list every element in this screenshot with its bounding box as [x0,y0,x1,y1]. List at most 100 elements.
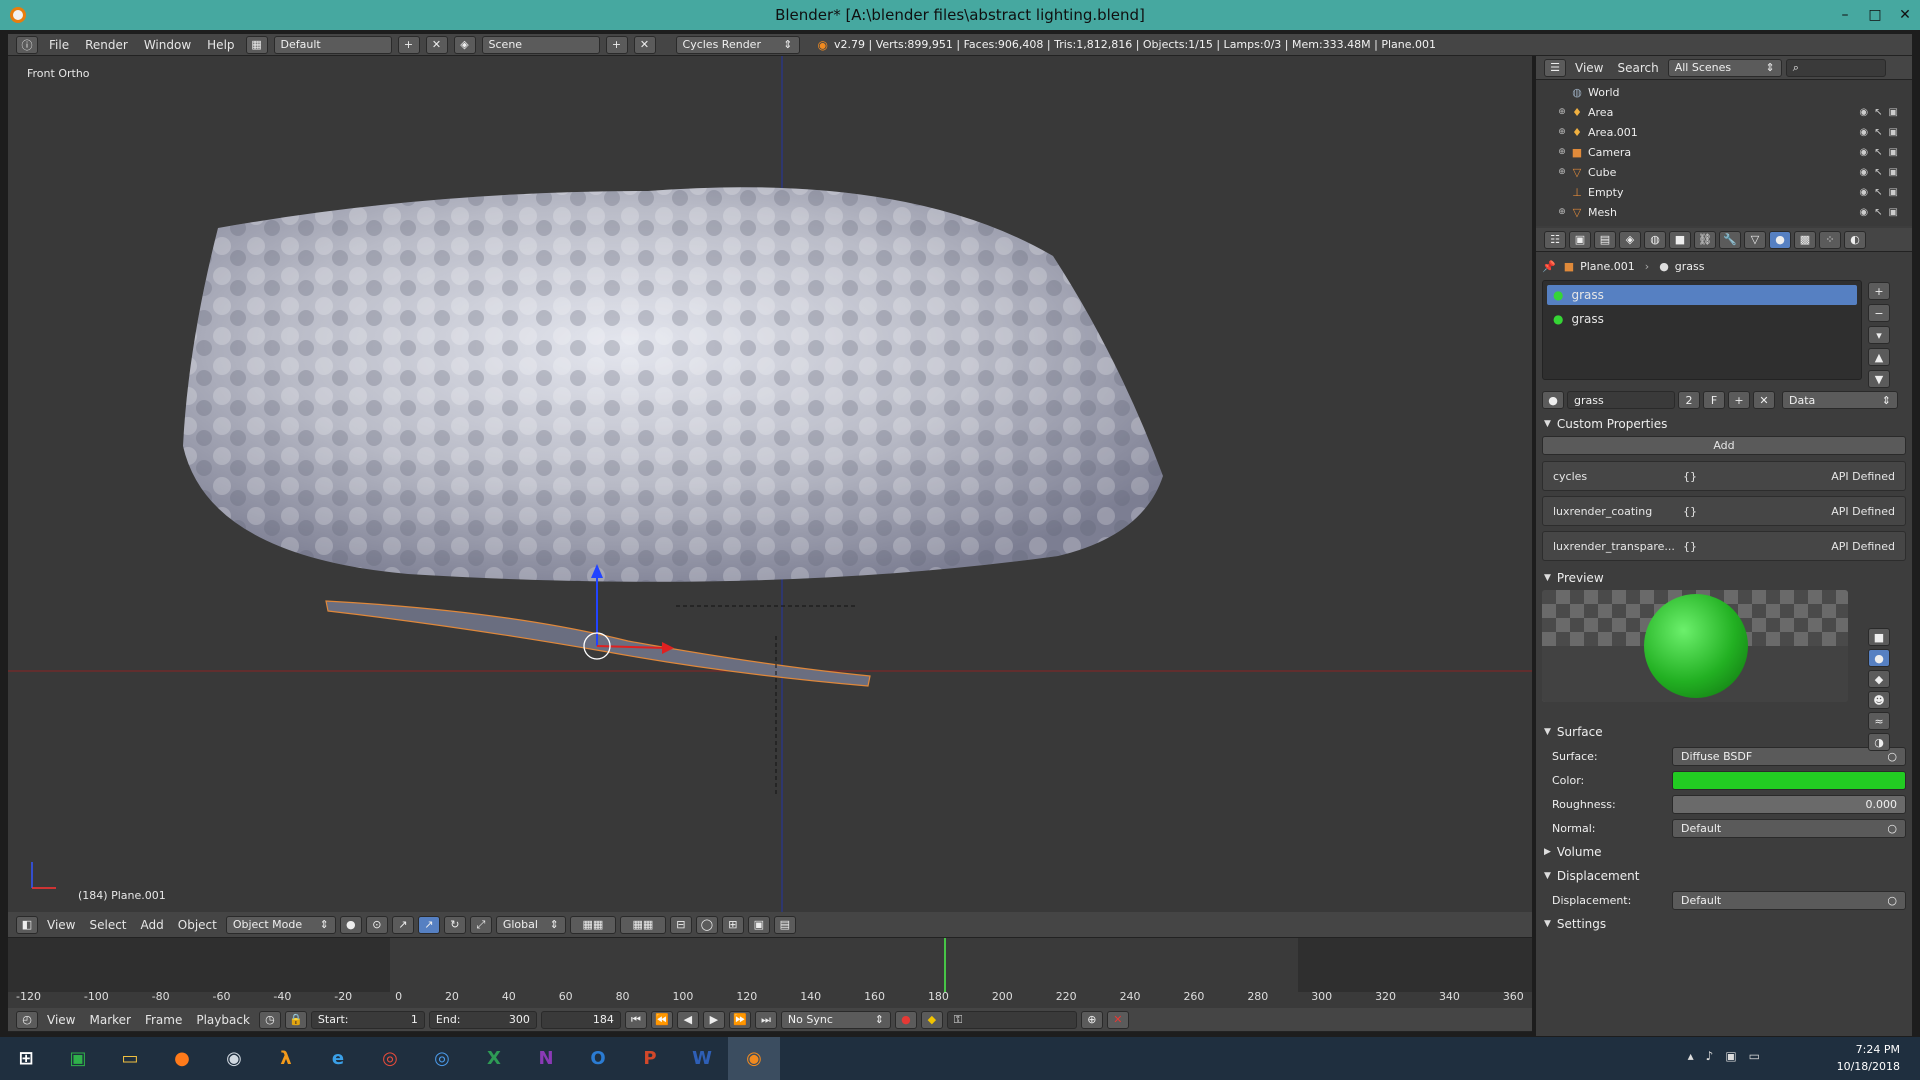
normal-select[interactable]: Default ○ [1672,818,1906,838]
data-tab-icon[interactable]: ▽ [1744,230,1766,249]
eye-icon[interactable]: ◉ [1859,127,1868,138]
render-engine-select[interactable]: Cycles Render ⇕ [675,35,800,54]
color-swatch[interactable] [1672,770,1906,790]
minimize-button[interactable]: – [1830,0,1860,30]
remove-scene-icon[interactable]: ✕ [633,35,656,54]
orientation-selector[interactable]: Global ⇕ [495,915,566,934]
move-slot-down-icon[interactable]: ▼ [1868,370,1890,388]
windows-start-icon[interactable]: ⊞ [0,1037,52,1080]
expand-icon[interactable]: ⊕ [1554,147,1570,157]
layers-grid-2-icon[interactable]: ▦▦ [619,915,666,934]
material-name-field[interactable]: grass [1567,391,1675,409]
roughness-slider[interactable]: 0.000 [1672,794,1906,814]
preview-flat-icon[interactable]: ■ [1868,628,1890,646]
add-scene-icon[interactable]: + [605,35,628,54]
outliner-menu-view[interactable]: View [1570,61,1608,75]
outlook-icon[interactable]: O [572,1037,624,1080]
visibility-toggles[interactable]: ◉ ↖ ▣ [1859,127,1898,138]
lock-layer-icon[interactable]: ⊟ [669,915,692,934]
material-slot[interactable]: ● grass [1547,285,1857,305]
expand-icon[interactable]: ⊕ [1554,127,1570,137]
material-link-select[interactable]: Data ⇕ [1782,391,1898,409]
timeline[interactable]: -120 -100 -80 -60 -40 -20 0 20 40 60 80 … [8,938,1532,1008]
object-tab-icon[interactable]: ■ [1669,230,1691,249]
opengl-render-icon[interactable]: ▤ [773,915,796,934]
store-icon[interactable]: ▣ [52,1037,104,1080]
menu-marker[interactable]: Marker [84,1013,135,1027]
manipulator-toggle-icon[interactable]: ↗ [391,915,414,934]
displacement-select[interactable]: Default ○ [1672,890,1906,910]
outliner-search-input[interactable]: ⌕ [1785,58,1886,77]
outliner-item-world[interactable]: ◍ World [1554,82,1908,102]
proportional-edit-icon[interactable]: ◯ [695,915,718,934]
preview-hair-icon[interactable]: ≈ [1868,712,1890,730]
viewport-shading-icon[interactable]: ● [339,915,362,934]
preview-sphere-icon[interactable]: ● [1868,649,1890,667]
settings-header[interactable]: ▼ Settings [1536,912,1912,936]
eye-icon[interactable]: ◉ [1859,207,1868,218]
scene-icon[interactable]: ◈ [453,35,476,54]
menu-frame[interactable]: Frame [140,1013,187,1027]
menu-file[interactable]: File [44,38,74,52]
3d-viewport[interactable]: Front Ortho (184) Plane.001 [8,56,1532,912]
visibility-toggles[interactable]: ◉ ↖ ▣ [1859,107,1898,118]
preview-sky-icon[interactable]: ◑ [1868,733,1890,751]
custom-properties-header[interactable]: ▼ Custom Properties [1536,412,1912,436]
eye-icon[interactable]: ◉ [1859,147,1868,158]
pivot-point-icon[interactable]: ⊙ [365,915,388,934]
edge-icon[interactable]: e [312,1037,364,1080]
move-slot-up-icon[interactable]: ▲ [1868,348,1890,366]
eye-icon[interactable]: ◉ [1859,167,1868,178]
layout-grid-icon[interactable]: ▦ [245,35,268,54]
menu-window[interactable]: Window [139,38,196,52]
particles-tab-icon[interactable]: ⁘ [1819,230,1841,249]
cursor-icon[interactable]: ↖ [1874,167,1882,178]
excel-icon[interactable]: X [468,1037,520,1080]
outliner-menu-search[interactable]: Search [1612,61,1663,75]
preview-monkey-icon[interactable]: ☻ [1868,691,1890,709]
material-slot-list[interactable]: ● grass ● grass [1542,280,1862,380]
material-browse-icon[interactable]: ● [1542,391,1564,409]
file-explorer-icon[interactable]: ▭ [104,1037,156,1080]
steam-icon[interactable]: ◉ [208,1037,260,1080]
texture-tab-icon[interactable]: ▩ [1794,230,1816,249]
insert-keyframe-icon[interactable]: ⊕ [1080,1010,1103,1029]
jump-end-icon[interactable]: ⏭ [754,1010,777,1029]
clock[interactable]: 7:24 PM 10/18/2018 [1837,1041,1900,1075]
delete-keyframe-icon[interactable]: ✕ [1106,1010,1129,1029]
half-life-icon[interactable]: λ [260,1037,312,1080]
powerpoint-icon[interactable]: P [624,1037,676,1080]
current-frame-marker[interactable] [944,938,946,992]
layers-grid-icon[interactable]: ▦▦ [569,915,616,934]
remove-slot-icon[interactable]: − [1868,304,1890,322]
start-frame-field[interactable]: Start: 1 [310,1010,425,1029]
tray-chevron-up-icon[interactable]: ▴ [1688,1049,1694,1063]
volume-header[interactable]: ▶ Volume [1536,840,1912,864]
word-icon[interactable]: W [676,1037,728,1080]
visibility-toggles[interactable]: ◉ ↖ ▣ [1859,167,1898,178]
outliner-item-cube[interactable]: ⊕ ▽ Cube ◉ ↖ ▣ [1554,162,1908,182]
menu-render[interactable]: Render [80,38,133,52]
scene-tab-icon[interactable]: ◈ [1619,230,1641,249]
jump-start-icon[interactable]: ⏮ [624,1010,647,1029]
play-reverse-icon[interactable]: ◀ [676,1010,699,1029]
outliner-item-empty[interactable]: ⊥ Empty ◉ ↖ ▣ [1554,182,1908,202]
outliner-item-area[interactable]: ⊕ ♦ Area ◉ ↖ ▣ [1554,102,1908,122]
surface-header[interactable]: ▼ Surface [1536,720,1912,744]
add-custom-property-button[interactable]: Add [1542,436,1906,455]
outliner-item-mesh[interactable]: ⊕ ▽ Mesh ◉ ↖ ▣ [1554,202,1908,222]
action-center-icon[interactable]: ▭ [1749,1049,1760,1063]
outliner-display-mode[interactable]: All Scenes ⇕ [1667,58,1782,77]
chrome-icon[interactable]: ◎ [364,1037,416,1080]
record-icon[interactable]: ● [894,1010,917,1029]
end-frame-field[interactable]: End: 300 [428,1010,537,1029]
render-icon[interactable]: ▣ [1889,187,1898,198]
chrome-alt-icon[interactable]: ◎ [416,1037,468,1080]
material-users-count[interactable]: 2 [1678,391,1700,409]
material-tab-icon[interactable]: ● [1769,230,1791,249]
fake-user-button[interactable]: F [1703,391,1725,409]
render-tab-icon[interactable]: ▣ [1569,230,1591,249]
outliner-item-area-001[interactable]: ⊕ ♦ Area.001 ◉ ↖ ▣ [1554,122,1908,142]
menu-add[interactable]: Add [136,918,169,932]
preview-range-icon[interactable]: ◷ [258,1010,281,1029]
